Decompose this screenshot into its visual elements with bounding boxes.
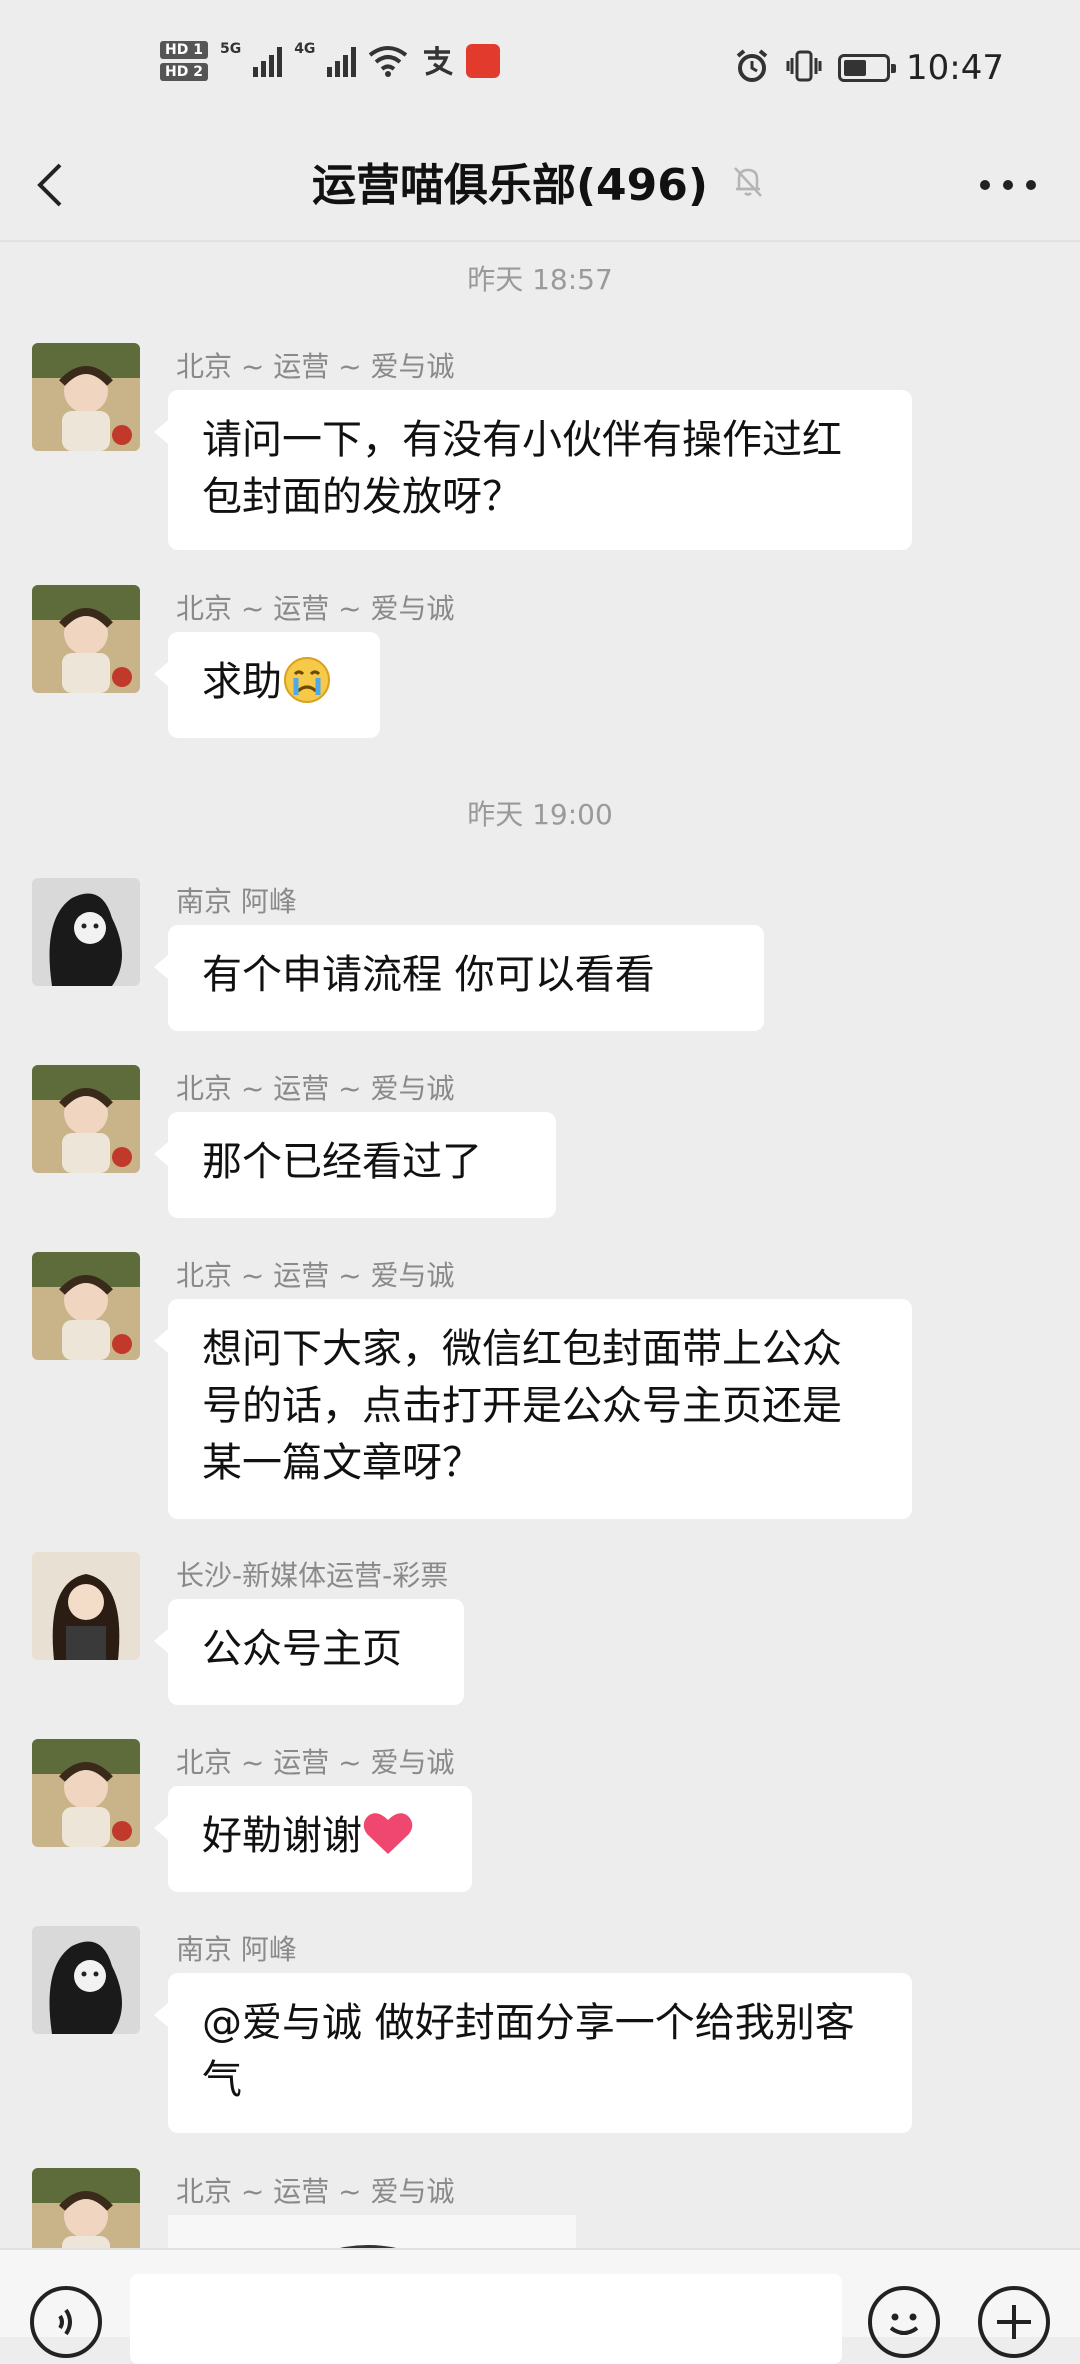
sender-name: 北京 ~ 运营 ~ 爱与诚 [176,1259,455,1292]
crying-face-icon [284,657,330,703]
hd2-badge: HD 2 [160,63,208,81]
timestamp: 昨天 19:00 [467,798,613,831]
voice-button[interactable] [30,2286,102,2358]
chat-title[interactable]: 运营喵俱乐部(496) [312,149,708,213]
message-bubble[interactable]: 请问一下，有没有小伙伴有操作过红包封面的发放呀？ [154,390,912,550]
avatar[interactable] [32,1552,140,1660]
signal-2-icon [327,45,357,77]
network-type-2: 4G [294,41,316,57]
status-bar: HD 1 HD 2 5G 4G 10:47 [0,0,1080,135]
sender-name: 北京 ~ 运营 ~ 爱与诚 [176,1072,455,1105]
message-bubble[interactable]: 那个已经看过了 [154,1112,556,1218]
sender-name: 北京 ~ 运营 ~ 爱与诚 [176,2175,455,2208]
dot-icon [1026,180,1036,190]
avatar[interactable] [32,1065,140,1173]
sender-name: 北京 ~ 运营 ~ 爱与诚 [176,592,455,625]
dot-icon [980,180,990,190]
dot-icon [1003,180,1013,190]
message-input[interactable] [130,2274,842,2364]
message-text: 求助 [202,659,282,705]
message-bubble[interactable]: 好勒谢谢 [154,1786,472,1892]
more-button[interactable] [980,165,1036,205]
message-bubble[interactable]: @爱与诚 做好封面分享一个给我别客气 [154,1973,912,2133]
bell-off-icon [734,167,762,197]
status-right: 10:47 [734,38,1004,98]
clock: 10:47 [906,48,1004,88]
avatar[interactable] [32,585,140,693]
message-text: 好勒谢谢 [202,1813,362,1859]
signal-1-icon [253,45,283,77]
avatar[interactable] [32,343,140,451]
sender-name: 北京 ~ 运营 ~ 爱与诚 [176,1746,455,1779]
title-group: 运营喵俱乐部(496) [0,145,1080,217]
sender-name: 北京 ~ 运营 ~ 爱与诚 [176,350,455,383]
status-left: HD 1 HD 2 5G 4G [160,36,501,86]
voice-icon [58,2308,72,2336]
avatar[interactable] [32,878,140,986]
plus-button[interactable] [978,2286,1050,2358]
timestamp: 昨天 18:57 [467,263,613,296]
avatar[interactable] [32,1926,140,2034]
network-type-1: 5G [219,41,242,57]
message-bubble[interactable]: 公众号主页 [154,1599,464,1705]
avatar[interactable] [32,1252,140,1360]
message-bubble[interactable]: 求助 [154,632,380,738]
vibrate-icon [786,48,822,88]
message-bubble[interactable]: 有个申请流程 你可以看看 [154,925,764,1031]
message-bubble[interactable]: 想问下大家，微信红包封面带上公众号的话，点击打开是公众号主页还是某一篇文章呀？ [154,1299,912,1519]
alipay-icon [420,44,454,78]
emoji-button[interactable] [868,2286,940,2358]
sender-name: 南京 阿峰 [176,1933,297,1966]
hd1-badge: HD 1 [160,41,208,59]
heart-icon [363,1813,413,1854]
avatar[interactable] [32,1739,140,1847]
chat-header: 运营喵俱乐部(496) [0,135,1080,240]
sender-name: 长沙-新媒体运营-彩票 [176,1559,449,1592]
emoji-icon [889,2313,919,2335]
hd-indicators: HD 1 HD 2 [160,41,208,81]
sender-name: 南京 阿峰 [176,885,297,918]
header-divider [0,240,1080,242]
battery-icon [838,54,897,82]
wifi-icon [368,45,408,77]
alarm-icon [734,48,770,88]
app-notification-icon [466,44,501,78]
input-bar [0,2248,1080,2364]
